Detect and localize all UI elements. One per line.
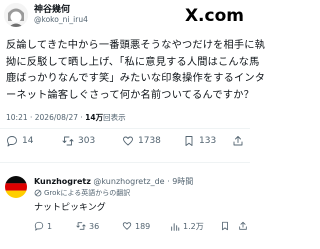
author-name[interactable]: 神谷幾何 bbox=[34, 2, 70, 15]
reply-bookmark-button[interactable] bbox=[220, 221, 230, 231]
tweet-metrics: 14 303 1738 133 bbox=[0, 132, 250, 154]
heart-icon bbox=[123, 136, 133, 146]
tweet-text-line: 鹿ばっかりなんです笑」みたいな印象操作をするインタ bbox=[6, 73, 266, 84]
share-icon bbox=[233, 136, 243, 146]
reply-retweet-count: 36 bbox=[89, 221, 100, 231]
bookmark-button[interactable]: 133 bbox=[183, 135, 216, 147]
x-logo-text: X.com bbox=[185, 6, 244, 24]
reply-button[interactable]: 14 bbox=[6, 135, 33, 147]
retweet-count: 303 bbox=[78, 136, 96, 146]
view-count-suffix: 回表示 bbox=[103, 113, 126, 122]
avatar-flag-icon bbox=[5, 176, 27, 198]
reply-icon bbox=[34, 221, 44, 231]
reply-like-button[interactable]: 189 bbox=[122, 221, 150, 231]
reply-view-count: 1.2万 bbox=[183, 222, 204, 231]
tweet-text-line: ーネット論客しぐさって何か名前ついてるんですか？ bbox=[6, 89, 254, 101]
translation-note[interactable]: Grokによる英語からの翻訳 bbox=[34, 188, 130, 198]
like-button[interactable]: 1738 bbox=[122, 135, 161, 147]
reply-reply-button[interactable]: 1 bbox=[34, 221, 52, 231]
author-avatar[interactable] bbox=[4, 3, 28, 27]
reply-tweet[interactable]: Kunzhogretz @kunzhogretz_de · 9時間 Grokによ… bbox=[0, 173, 250, 247]
retweet-icon bbox=[76, 222, 86, 230]
heart-icon bbox=[122, 222, 132, 230]
views-icon bbox=[171, 222, 180, 231]
reply-icon bbox=[7, 136, 17, 147]
reply-author-avatar[interactable] bbox=[5, 176, 27, 198]
reply-author-handle[interactable]: @kunzhogretz_de bbox=[93, 177, 164, 186]
bookmark-icon bbox=[185, 136, 193, 146]
reply-author-name[interactable]: Kunzhogretz bbox=[34, 177, 91, 186]
share-icon bbox=[239, 221, 247, 230]
reply-views-button[interactable]: 1.2万 bbox=[170, 221, 204, 232]
tweet-body: 反論してきた中から一番頭悪そうなやつだけを相手に執 拗に反駁して晒し上げ、「私に… bbox=[6, 38, 266, 104]
tweet-text-line: 拗に反駁して晒し上げ、「私に意見する人間はこんな馬 bbox=[6, 56, 260, 68]
bookmark-count: 133 bbox=[199, 136, 217, 146]
author-handle[interactable]: @koko_ni_iru4 bbox=[34, 15, 88, 24]
tweet-text-line: 反論してきた中から一番頭悪そうなやつだけを相手に執 bbox=[6, 40, 266, 51]
bookmark-icon bbox=[222, 221, 228, 231]
view-count: 14万 bbox=[85, 113, 104, 122]
reply-text: ナットピッキング bbox=[34, 203, 106, 213]
reply-like-count: 189 bbox=[135, 221, 151, 231]
divider bbox=[0, 162, 250, 163]
retweet-button[interactable]: 303 bbox=[62, 135, 95, 147]
retweet-icon bbox=[62, 136, 74, 146]
reply-reply-count: 1 bbox=[47, 221, 53, 231]
tweet-meta: 10:21 · 2026/08/27 · 14万回表示 bbox=[6, 112, 126, 123]
translation-label: Grokによる英語からの翻訳 bbox=[44, 189, 131, 197]
divider bbox=[0, 128, 250, 129]
like-count: 1738 bbox=[138, 136, 161, 146]
reply-share-button[interactable] bbox=[238, 221, 248, 231]
x-logo: X.com bbox=[185, 6, 244, 24]
reply-retweet-button[interactable]: 36 bbox=[76, 221, 99, 231]
reply-count: 14 bbox=[22, 136, 34, 146]
reply-time[interactable]: · 9時間 bbox=[165, 177, 193, 186]
reply-header: Kunzhogretz @kunzhogretz_de · 9時間 bbox=[34, 176, 193, 187]
timestamp[interactable]: 10:21 · 2026/08/27 · bbox=[6, 113, 85, 122]
reply-metrics: 1 36 189 1.2万 bbox=[34, 221, 248, 235]
share-button[interactable] bbox=[232, 135, 244, 147]
grok-icon bbox=[34, 189, 42, 197]
avatar-character-icon bbox=[4, 3, 28, 27]
tweet-header: 神谷幾何 @koko_ni_iru4 X.com bbox=[0, 0, 250, 31]
